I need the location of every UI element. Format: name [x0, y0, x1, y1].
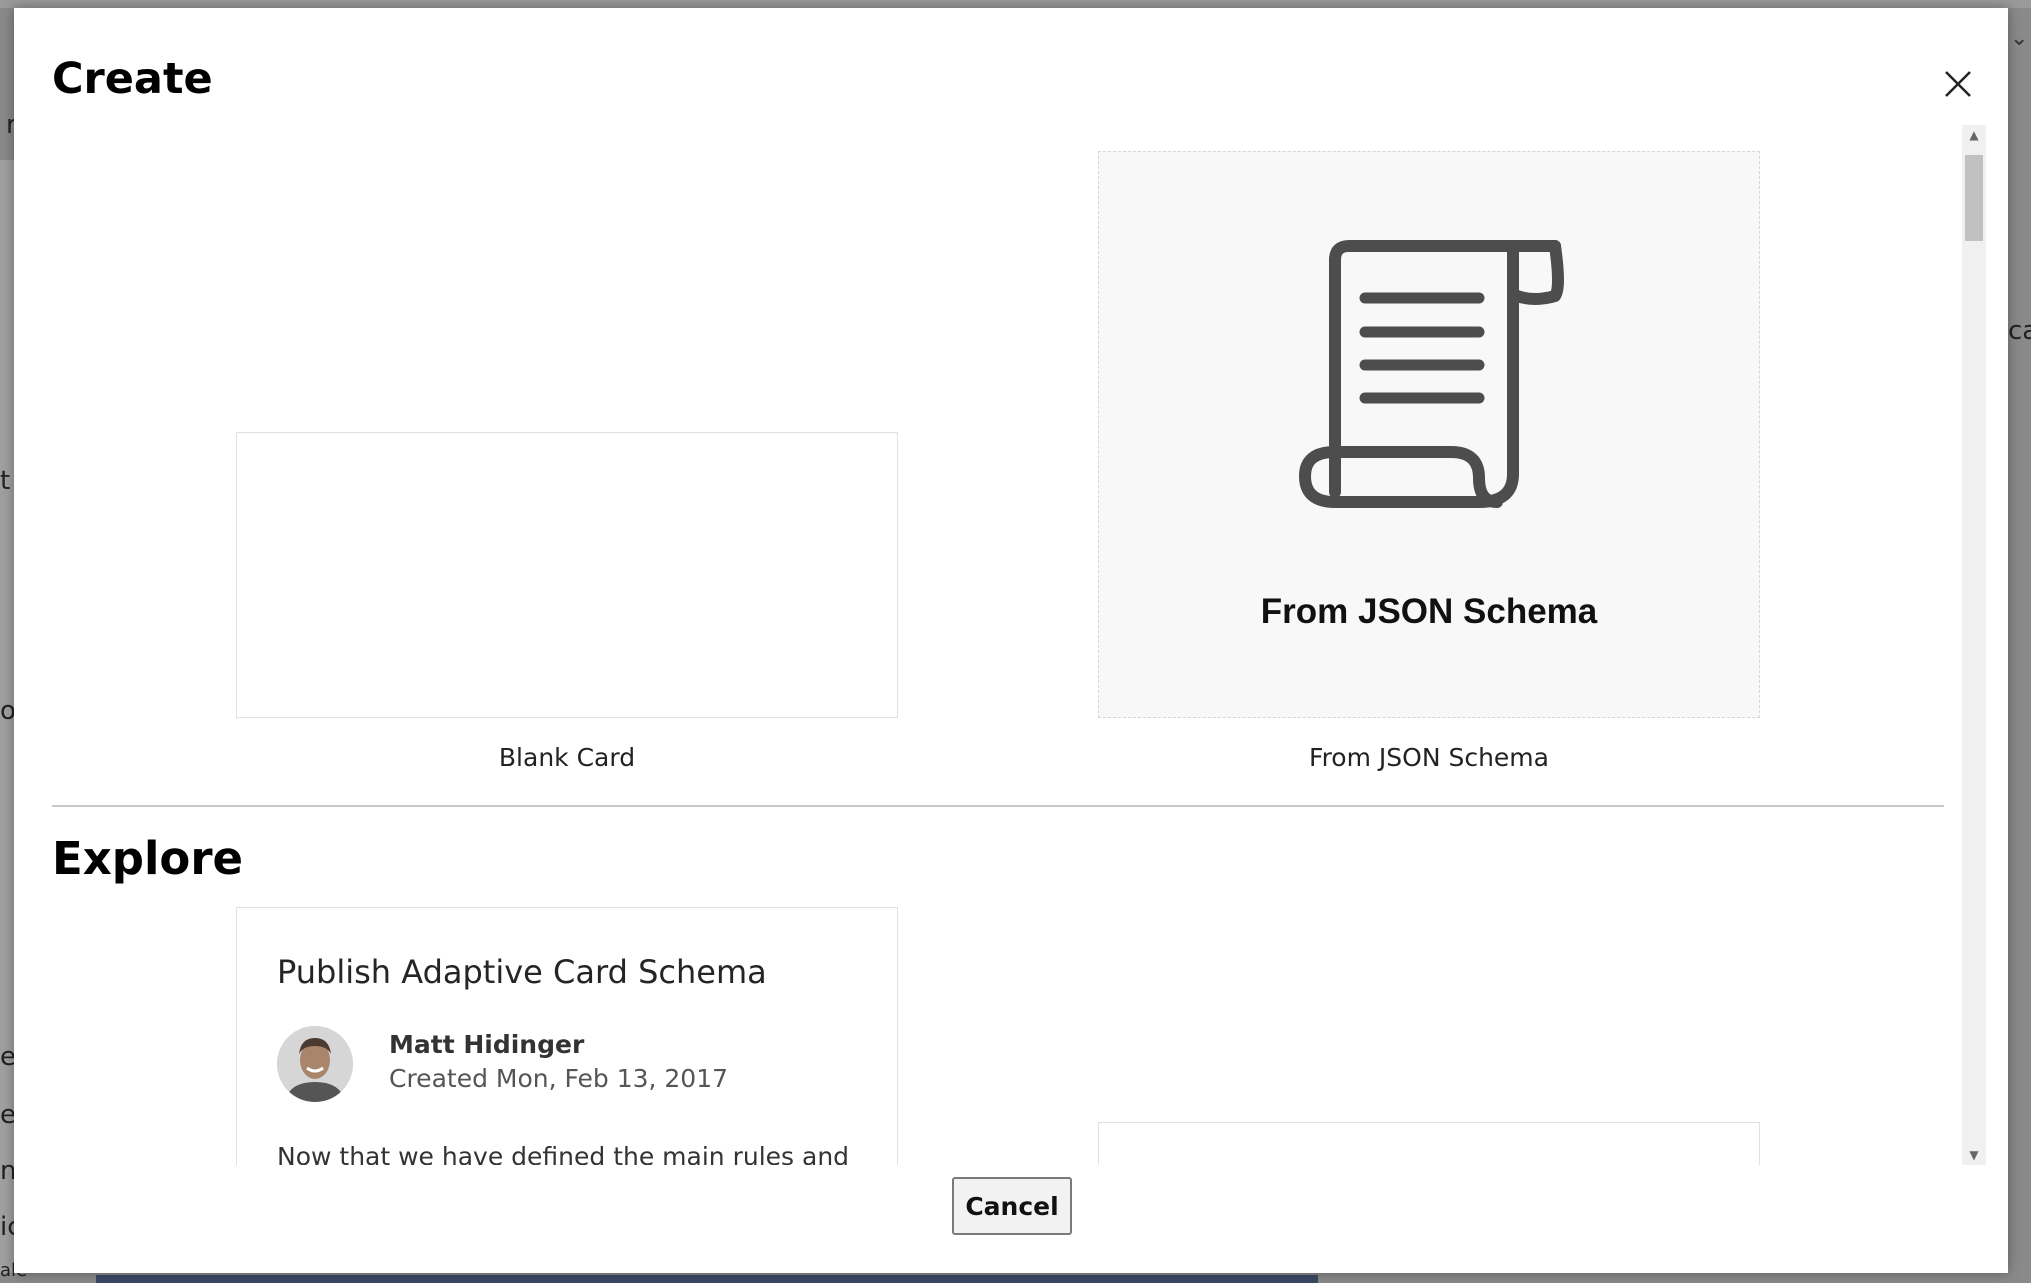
vertical-scrollbar[interactable]: ▲ ▼: [1962, 125, 1986, 1165]
background-top-bar: [0, 0, 2031, 8]
author-name: Matt Hidinger: [389, 1030, 585, 1059]
cancel-button[interactable]: Cancel: [952, 1177, 1072, 1235]
sample-card-title: Publish Adaptive Card Schema: [277, 953, 767, 991]
dialog-title: Create: [52, 54, 213, 104]
background-text-fragment: t: [0, 466, 11, 496]
scroll-icon: [1299, 240, 1564, 508]
chevron-down-icon: ⌄: [2010, 26, 2029, 51]
created-date: Created Mon, Feb 13, 2017: [389, 1064, 729, 1093]
avatar: [277, 1026, 353, 1102]
close-icon: [1945, 71, 1971, 97]
blank-card-tile[interactable]: [236, 432, 898, 718]
close-button[interactable]: [1934, 60, 1982, 108]
scrollbar-thumb[interactable]: [1965, 155, 1983, 241]
dialog-content-scroll-area: Blank Card From JSON Schema From JSON Sc…: [52, 125, 1986, 1165]
section-divider: [52, 805, 1944, 807]
scroll-up-arrow[interactable]: ▲: [1962, 125, 1986, 145]
from-json-schema-label: From JSON Schema: [1260, 592, 1598, 631]
from-json-schema-tile[interactable]: From JSON Schema: [1098, 151, 1760, 718]
avatar-person-icon: [277, 1026, 353, 1102]
background-bottom-bar: [96, 1275, 1318, 1283]
from-json-schema-caption: From JSON Schema: [1309, 743, 1549, 772]
sample-card-partial[interactable]: [1098, 1122, 1760, 1165]
blank-card-caption: Blank Card: [498, 743, 636, 772]
sample-card-publish-adaptive-card-schema[interactable]: Publish Adaptive Card Schema Matt Hiding…: [236, 907, 898, 1165]
explore-title: Explore: [52, 832, 244, 885]
scroll-down-arrow[interactable]: ▼: [1962, 1145, 1986, 1165]
sample-card-description: Now that we have defined the main rules …: [277, 1142, 850, 1165]
create-dialog: Create Blank Card From JSON Schema From …: [14, 8, 2008, 1273]
background-text-fragment: ca: [2008, 316, 2031, 346]
